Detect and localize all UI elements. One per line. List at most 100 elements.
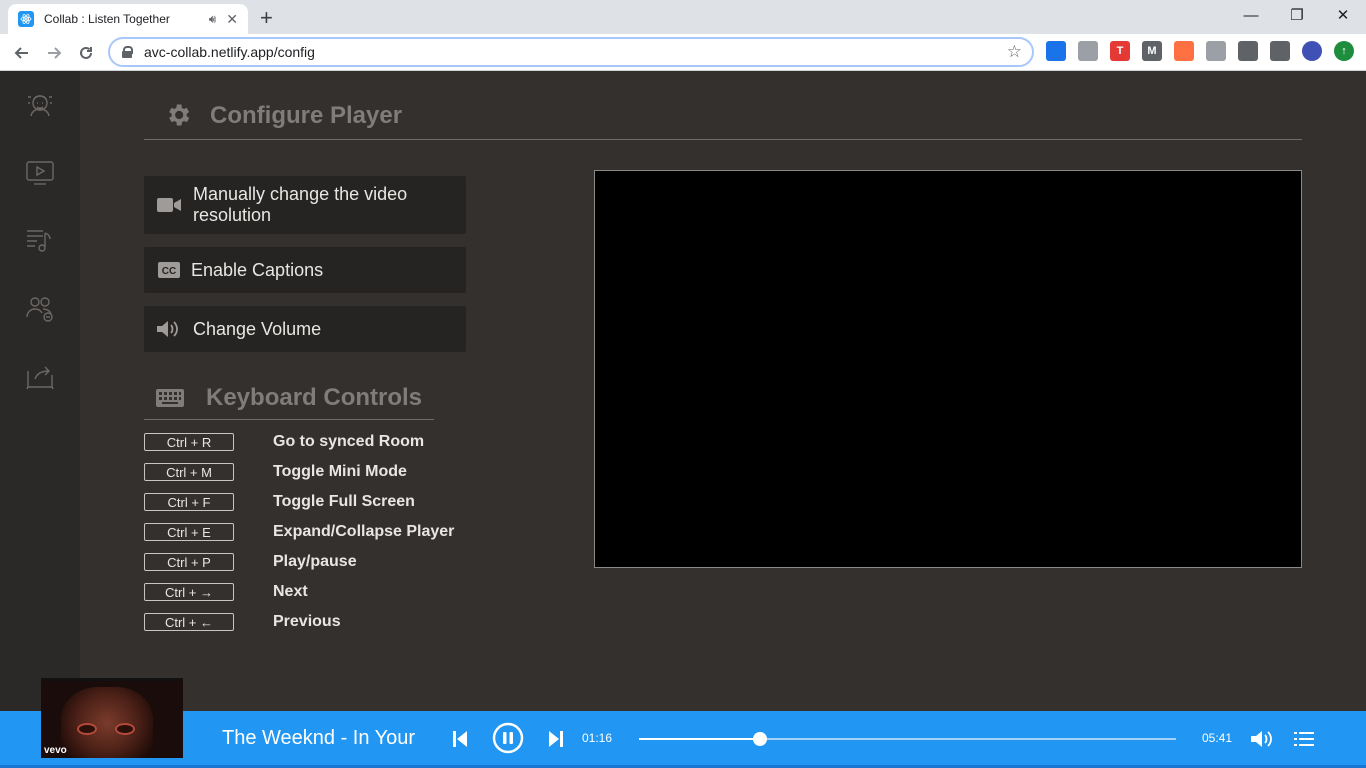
shortcut-row: Ctrl + R Go to synced Room — [144, 433, 424, 451]
close-window-button[interactable]: ✕ — [1320, 0, 1366, 30]
ext-avatar-icon[interactable] — [1302, 41, 1322, 61]
ext-orange-icon[interactable] — [1174, 41, 1194, 61]
shortcut-row: Ctrl + F Toggle Full Screen — [144, 493, 415, 511]
sidebar-item-playlist[interactable] — [25, 225, 55, 255]
thumbnail-image — [61, 687, 153, 758]
previous-button[interactable] — [450, 727, 470, 751]
page-title: Configure Player — [210, 102, 403, 129]
share-screen-icon — [26, 366, 54, 390]
shortcut-action: Toggle Full Screen — [273, 493, 415, 510]
list-icon — [1294, 732, 1314, 746]
shortcut-action: Next — [273, 583, 308, 600]
queue-button[interactable] — [1292, 727, 1316, 751]
svg-text:CC: CC — [162, 266, 176, 277]
ext-queue-icon[interactable] — [1270, 41, 1290, 61]
shortcut-action: Expand/Collapse Player — [273, 523, 455, 540]
ext-camera-icon[interactable] — [1206, 41, 1226, 61]
progress-handle[interactable] — [752, 732, 767, 746]
album-thumbnail[interactable]: vevo — [41, 678, 183, 758]
sidebar-item-profile[interactable] — [25, 89, 55, 119]
arrow-left-icon — [14, 47, 28, 59]
keyboard-controls-heading: Keyboard Controls — [144, 376, 434, 420]
shortcut-keys: Ctrl + P — [144, 553, 234, 571]
window-controls: — ❐ ✕ — [1228, 0, 1366, 34]
thumbnail-eye — [79, 725, 95, 733]
volume-icon — [156, 320, 182, 338]
back-button[interactable] — [10, 41, 34, 65]
reload-button[interactable] — [74, 41, 98, 65]
tv-play-icon — [26, 161, 54, 185]
shortcut-action: Go to synced Room — [273, 433, 425, 450]
video-player[interactable] — [594, 170, 1302, 568]
shortcut-keys: Ctrl + E — [144, 523, 234, 541]
minimize-button[interactable]: — — [1228, 0, 1274, 30]
browser-tab-bar: Collab : Listen Together 🔊︎ ✕ + — ❐ ✕ — [0, 0, 1366, 34]
option-enable-captions[interactable]: CC Enable Captions — [144, 247, 466, 293]
shortcut-action: Toggle Mini Mode — [273, 463, 407, 480]
shortcut-keys: Ctrl + R — [144, 433, 234, 451]
pause-icon — [492, 722, 524, 754]
current-time: 01:16 — [582, 731, 613, 745]
ext-puzzle-icon[interactable] — [1238, 41, 1258, 61]
volume-icon — [1251, 731, 1272, 747]
ext-update-icon[interactable]: ↑ — [1334, 41, 1354, 61]
shortcut-keys: Ctrl + M — [144, 463, 234, 481]
ext-m-icon[interactable]: M — [1142, 41, 1162, 61]
ext-blue-icon[interactable] — [1046, 41, 1066, 61]
thumbnail-eye — [117, 725, 133, 733]
configure-player-heading: Configure Player — [144, 99, 1302, 140]
tab-title: Collab : Listen Together — [44, 12, 170, 26]
tab-close-icon[interactable]: ✕ — [226, 11, 238, 28]
sidebar-item-share[interactable] — [25, 361, 55, 391]
shortcut-row: Ctrl + P Play/pause — [144, 553, 357, 571]
progress-slider[interactable] — [639, 732, 1176, 746]
song-title: The Weeknd - In Your — [222, 727, 416, 749]
main-content: Configure Player Manually change the vid… — [80, 71, 1366, 711]
users-icon — [26, 297, 53, 322]
closed-captions-icon: CC — [156, 262, 182, 278]
next-button[interactable] — [546, 727, 566, 751]
music-list-icon — [27, 230, 51, 252]
shortcut-keys: Ctrl + ← — [144, 613, 234, 631]
option-change-volume[interactable]: Change Volume — [144, 306, 466, 352]
sidebar-item-users[interactable] — [25, 293, 55, 323]
restore-button[interactable]: ❐ — [1274, 0, 1320, 30]
option-label: Manually change the video resolution — [193, 184, 408, 225]
forward-button[interactable] — [42, 41, 66, 65]
shortcut-row: Ctrl + ← Previous — [144, 613, 341, 631]
keyboard-icon — [156, 388, 184, 407]
shortcut-row: Ctrl + → Next — [144, 583, 308, 601]
skip-previous-icon — [453, 731, 467, 747]
bookmark-star-icon[interactable]: ☆ — [1007, 42, 1022, 62]
option-label: Change Volume — [193, 318, 322, 339]
tab-audio-icon[interactable]: 🔊︎ — [209, 12, 217, 27]
shortcut-row: Ctrl + E Expand/Collapse Player — [144, 523, 454, 541]
gear-icon — [169, 104, 190, 126]
progress-fill — [639, 738, 760, 740]
shortcut-action: Play/pause — [273, 553, 357, 570]
shortcut-row: Ctrl + M Toggle Mini Mode — [144, 463, 407, 481]
player-bar: The Weeknd - In Your 01:16 05:41 — [0, 711, 1366, 768]
vevo-logo: vevo — [44, 745, 67, 756]
ext-photo-icon[interactable] — [1078, 41, 1098, 61]
video-camera-icon — [156, 197, 182, 213]
shortcut-keys: Ctrl + → — [144, 583, 234, 601]
volume-button[interactable] — [1250, 727, 1274, 751]
address-bar[interactable]: avc-collab.netlify.app/config ☆ — [108, 37, 1034, 67]
browser-toolbar: avc-collab.netlify.app/config ☆ T M ↑ — [0, 34, 1366, 71]
ext-red-icon[interactable]: T — [1110, 41, 1130, 61]
sidebar-item-player[interactable] — [25, 157, 55, 187]
react-logo-icon — [18, 11, 34, 27]
sidebar — [0, 71, 80, 711]
user-face-icon — [28, 95, 52, 117]
reload-icon — [80, 46, 92, 59]
option-video-resolution[interactable]: Manually change the video resolution — [144, 176, 466, 234]
url-text[interactable]: avc-collab.netlify.app/config — [144, 44, 1007, 60]
option-label: Enable Captions — [191, 259, 324, 280]
new-tab-button[interactable]: + — [260, 5, 273, 31]
extensions-bar: T M ↑ — [1046, 41, 1354, 61]
lock-icon — [122, 46, 133, 58]
browser-tab[interactable]: Collab : Listen Together 🔊︎ ✕ — [8, 4, 248, 34]
play-pause-button[interactable] — [491, 721, 525, 755]
total-time: 05:41 — [1202, 731, 1233, 745]
